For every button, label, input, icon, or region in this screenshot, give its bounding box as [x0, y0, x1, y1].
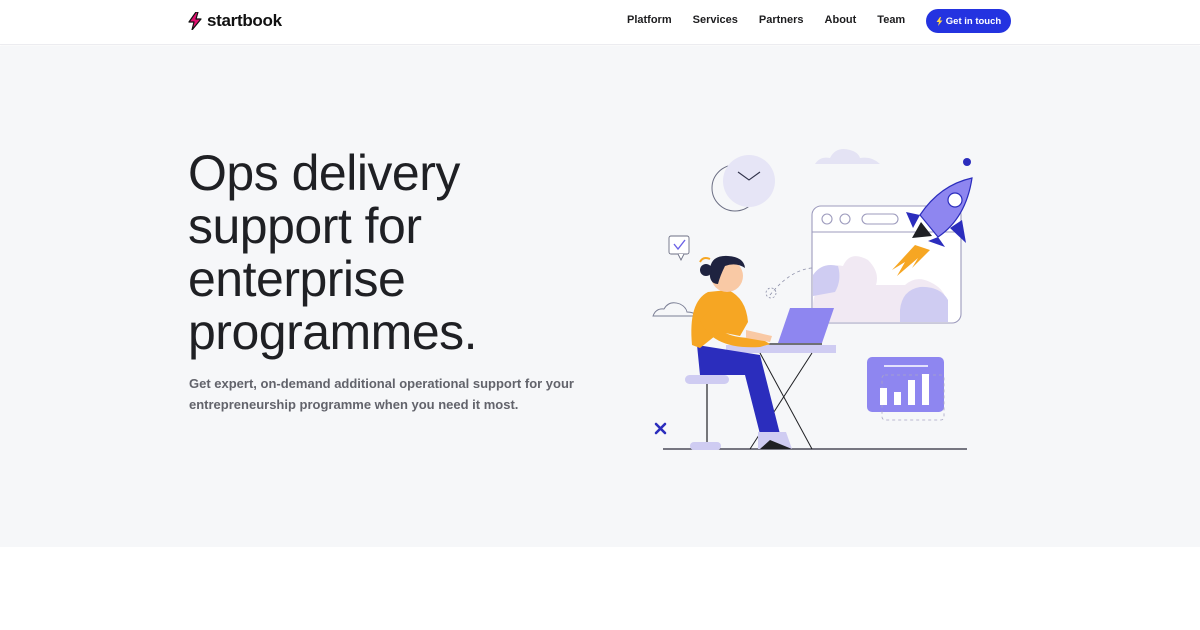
headline-line: support for [188, 198, 422, 254]
nav-link-team[interactable]: Team [877, 14, 905, 26]
dashed-trail-graphic [769, 267, 813, 296]
laptop-icon [778, 308, 834, 343]
nav-link-partners[interactable]: Partners [759, 14, 804, 26]
headline-line: enterprise [188, 251, 406, 307]
hero-subtitle: Get expert, on-demand additional operati… [189, 373, 589, 415]
stool-graphic [685, 375, 729, 384]
clock-icon [723, 155, 775, 207]
dot-icon [963, 158, 971, 166]
headline-line: programmes. [188, 304, 478, 360]
check-badge-icon [668, 235, 690, 255]
cloud-icon [815, 149, 880, 164]
subtitle-line: entrepreneurship programme when you need… [189, 397, 519, 412]
lightning-bolt-icon [188, 12, 202, 30]
brand-name: startbook [207, 11, 282, 30]
hero-illustration [652, 149, 973, 450]
person-legs-graphic [697, 345, 780, 434]
nav-link-about[interactable]: About [825, 14, 857, 26]
cross-mark-icon [654, 422, 667, 435]
headline-line: Ops delivery [188, 145, 460, 201]
brand-logo[interactable]: startbook [188, 11, 282, 31]
nav-links: Platform Services Partners About Team [627, 14, 926, 26]
lightning-bolt-icon [936, 16, 943, 26]
get-in-touch-button[interactable]: Get in touch [926, 9, 1011, 33]
subtitle-line: Get expert, on-demand additional operati… [189, 376, 574, 391]
nav-link-platform[interactable]: Platform [627, 14, 672, 26]
nav-link-services[interactable]: Services [693, 14, 738, 26]
get-in-touch-label: Get in touch [945, 15, 1002, 27]
cloud-icon [652, 302, 698, 317]
top-navbar: startbook Platform Services Partners Abo… [0, 0, 1200, 45]
hero-headline: Ops delivery support for enterprise prog… [188, 147, 608, 359]
